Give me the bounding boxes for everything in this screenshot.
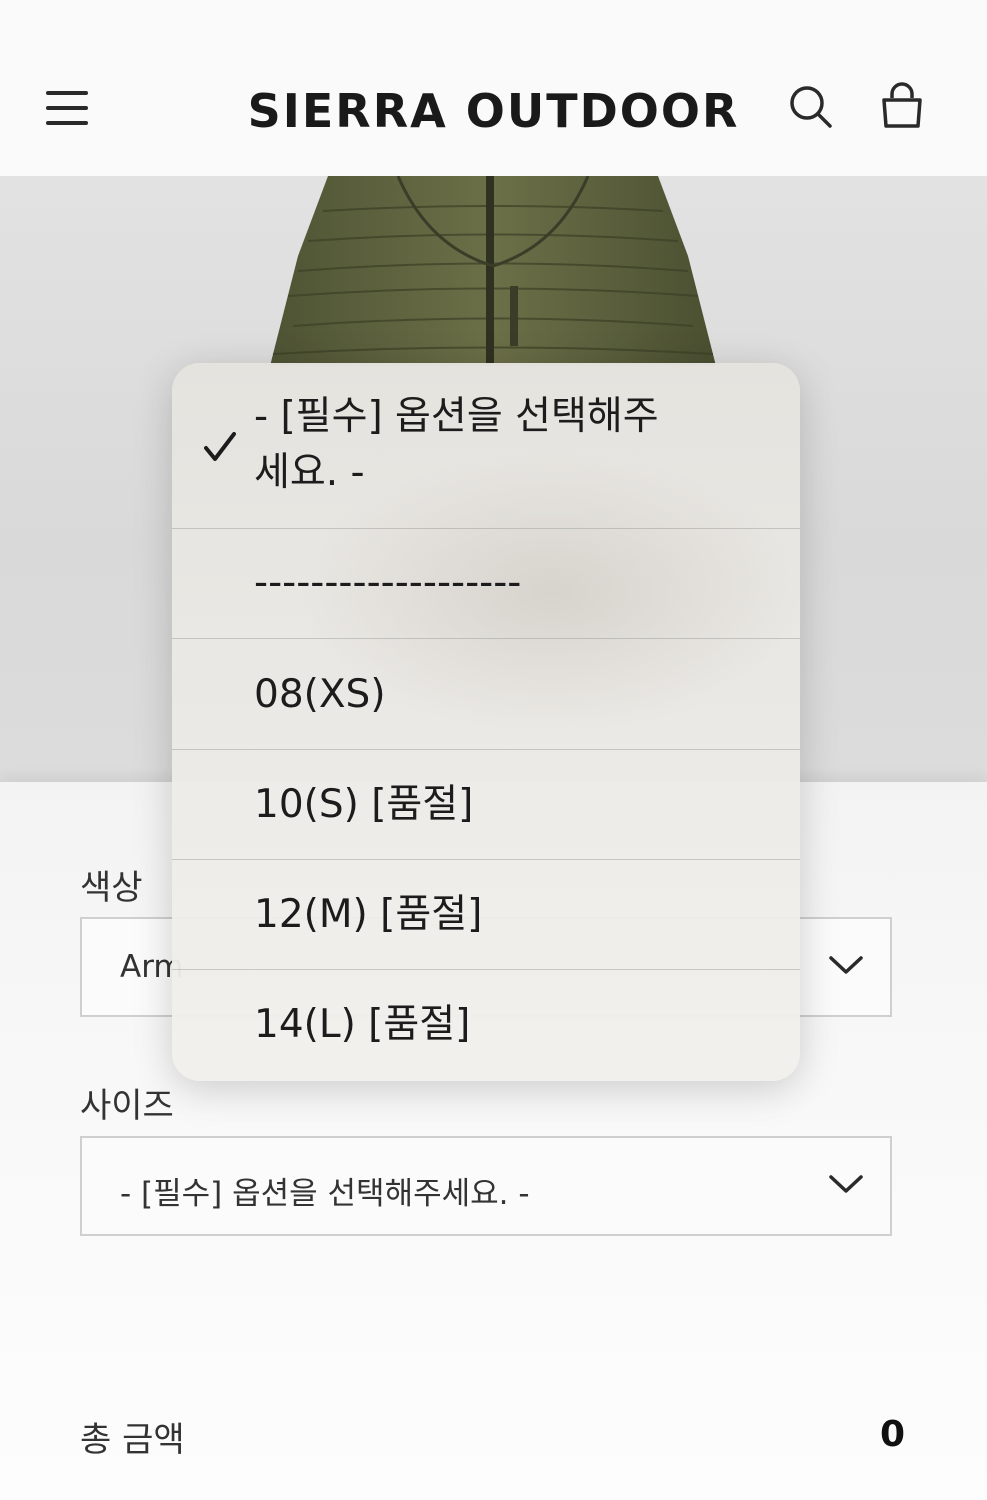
color-label: 색상 — [80, 868, 143, 908]
shopping-bag-icon[interactable] — [878, 82, 926, 132]
dropdown-option-label: 14(L) [품절] — [254, 1002, 471, 1047]
product-photo — [270, 176, 716, 366]
chevron-down-icon — [829, 956, 863, 974]
dropdown-option-label: ------------------- — [254, 560, 522, 605]
dropdown-option-required[interactable]: - [필수] 옵션을 선택해주 세요. - — [172, 363, 800, 529]
chevron-down-icon — [829, 1175, 863, 1193]
dropdown-option-m[interactable]: 12(M) [품절] — [172, 860, 800, 970]
product-page: SIERRA OUTDOOR 색상 Arm 사이즈 - [필수] 옵션을 선택해… — [0, 0, 987, 1500]
search-icon[interactable] — [786, 82, 834, 132]
size-dropdown-menu: - [필수] 옵션을 선택해주 세요. - ------------------… — [172, 363, 800, 1081]
dropdown-option-label: 10(S) [품절] — [254, 782, 474, 827]
dropdown-option-label: 12(M) [품절] — [254, 892, 483, 937]
dropdown-option-label: 08(XS) — [254, 672, 386, 717]
dropdown-option-divider[interactable]: ------------------- — [172, 529, 800, 639]
total-price-value: 0 — [879, 1414, 905, 1455]
dropdown-option-label: 세요. - — [254, 450, 365, 495]
site-header: SIERRA OUTDOOR — [0, 0, 987, 176]
size-select-value: - [필수] 옵션을 선택해주세요. - — [120, 1176, 530, 1212]
brand-logo[interactable]: SIERRA OUTDOOR — [0, 84, 987, 138]
dropdown-option-l[interactable]: 14(L) [품절] — [172, 970, 800, 1081]
size-select[interactable]: - [필수] 옵션을 선택해주세요. - — [80, 1136, 892, 1236]
dropdown-option-xs[interactable]: 08(XS) — [172, 639, 800, 750]
dropdown-option-s[interactable]: 10(S) [품절] — [172, 750, 800, 860]
dropdown-option-label: - [필수] 옵션을 선택해주 — [254, 394, 659, 439]
size-label: 사이즈 — [80, 1086, 174, 1126]
checkmark-icon — [204, 432, 236, 461]
total-price-label: 총 금액 — [80, 1420, 185, 1460]
